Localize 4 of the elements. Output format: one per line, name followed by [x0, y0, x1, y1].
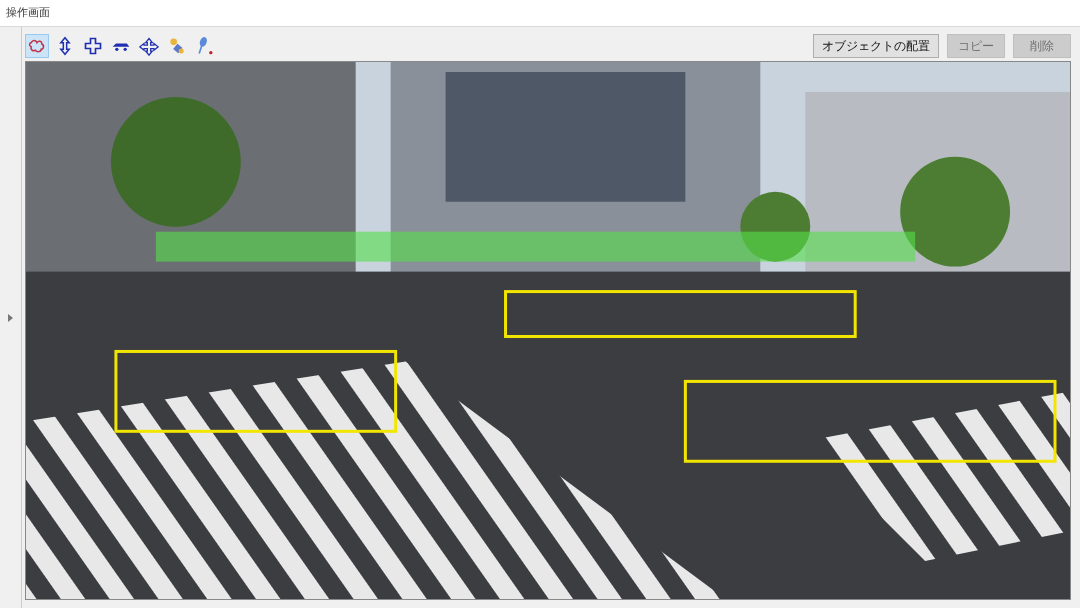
action-button[interactable]: オブジェクトの配置 [813, 34, 939, 58]
expand-arrow-icon[interactable] [8, 313, 13, 322]
window-title: 操作画面 [5, 5, 51, 21]
cross-icon [83, 36, 103, 56]
